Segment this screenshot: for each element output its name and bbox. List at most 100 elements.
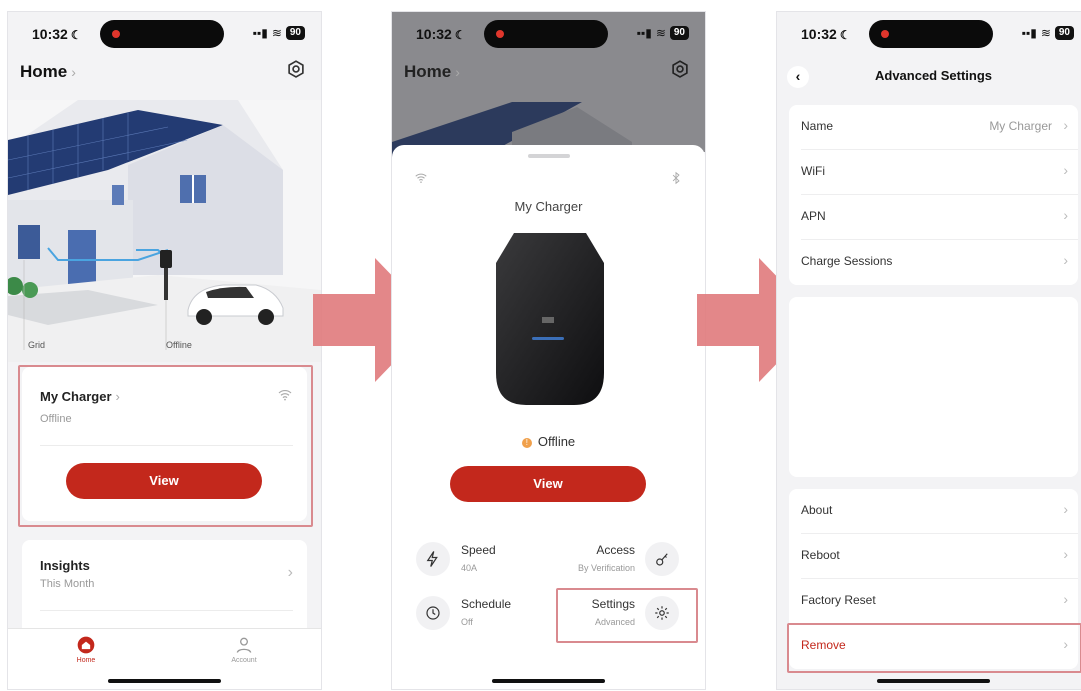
settings-row-name[interactable]: Name My Charger › [789, 105, 1078, 150]
settings-row-label: WiFi [801, 164, 825, 178]
wifi-icon [414, 171, 428, 185]
speed-value: 40A [461, 563, 478, 573]
speed-label: Speed [461, 543, 496, 557]
chevron-right-icon: › [287, 564, 293, 581]
home-indicator [877, 679, 990, 683]
chevron-right-icon: › [1063, 117, 1068, 133]
signal-icon: ▪▪▮ [636, 26, 652, 40]
insights-subtitle: This Month [40, 578, 95, 590]
page-title: Advanced Settings [874, 68, 993, 83]
settings-gear-icon[interactable] [669, 58, 691, 80]
home-title-text: Home [404, 62, 452, 81]
moon-icon: ☾ [839, 28, 851, 42]
bluetooth-icon [669, 171, 683, 185]
settings-row-label: Charge Sessions [801, 254, 893, 268]
settings-row-about[interactable]: About › [789, 489, 1078, 534]
recording-dot-icon [112, 30, 120, 38]
chevron-right-icon: › [1063, 252, 1068, 268]
key-icon [656, 553, 668, 566]
status-bar: 10:32 ☾ ▪▪▮ ≋ 90 [392, 12, 705, 54]
home-title[interactable]: Home › [20, 62, 76, 82]
dynamic-island [869, 20, 993, 48]
schedule-tile-icon[interactable] [416, 596, 450, 630]
chevron-right-icon: › [1063, 207, 1068, 223]
settings-row-charge-sessions[interactable]: Charge Sessions › [789, 240, 1078, 285]
card-divider [40, 610, 293, 611]
schedule-value: Off [461, 617, 473, 627]
remove-row-highlight [787, 623, 1081, 673]
home-screen: 10:32 ☾ ▪▪▮ ≋ 90 Home › Grid Offline My … [8, 12, 321, 689]
status-time: 10:32 [801, 26, 837, 42]
view-button[interactable]: View [450, 466, 646, 502]
chevron-right-icon: › [455, 64, 460, 80]
settings-row-apn[interactable]: APN › [789, 195, 1078, 240]
battery-icon: 90 [285, 26, 305, 40]
status-time: 10:32 [416, 26, 452, 42]
home-icon [76, 635, 96, 655]
tab-account-label: Account [231, 657, 257, 664]
settings-row-label: About [801, 503, 833, 517]
chevron-right-icon: › [1063, 501, 1068, 517]
access-label: Access [596, 543, 635, 557]
settings-row-label: Reboot [801, 548, 840, 562]
settings-row-factory-reset[interactable]: Factory Reset › [789, 579, 1078, 624]
chevron-right-icon: › [1063, 162, 1068, 178]
status-time: 10:32 [32, 26, 68, 42]
charger-status: ! Offline [392, 434, 705, 449]
charger-bottom-sheet: My Charger LED Brightness50%›Sound Setti… [392, 145, 705, 689]
dynamic-island [100, 20, 224, 48]
chevron-right-icon: › [1063, 546, 1068, 562]
settings-row-label: APN [801, 209, 826, 223]
house-illustration [8, 100, 321, 362]
recording-dot-icon [881, 30, 889, 38]
clock-icon [426, 606, 440, 620]
signal-icon: ▪▪▮ [252, 26, 268, 40]
offline-scene-label: Offline [166, 340, 192, 350]
device-title: My Charger [514, 199, 583, 214]
recording-dot-icon [496, 30, 504, 38]
settings-tile-highlight [556, 588, 698, 643]
charger-card-highlight [18, 365, 313, 527]
moon-icon: ☾ [70, 28, 82, 42]
wifi-status-icon: ≋ [1040, 26, 1051, 40]
settings-row-label: Name [801, 119, 834, 133]
settings-group-general: Name My Charger › WiFi › APN › Charge Sessions › [789, 105, 1078, 285]
insights-title: Insights [40, 558, 90, 573]
settings-row-label: Factory Reset [801, 593, 876, 607]
tab-home[interactable]: Home [56, 633, 116, 664]
tab-home-label: Home [76, 657, 96, 664]
battery-icon: 90 [1054, 26, 1074, 40]
charger-sheet-screen: 10:32☾ ▪▪▮≋90 Home› My Charger LED Brigh… [392, 12, 705, 689]
schedule-label: Schedule [461, 597, 512, 611]
settings-row-reboot[interactable]: Reboot › [789, 534, 1078, 579]
speed-tile-icon[interactable] [416, 542, 450, 576]
access-tile-icon[interactable] [645, 542, 679, 576]
lightning-icon [426, 551, 438, 567]
home-title-text: Home [20, 62, 68, 81]
settings-gear-icon[interactable] [285, 58, 307, 80]
battery-icon: 90 [669, 26, 689, 40]
warning-icon: ! [521, 437, 532, 448]
home-indicator [492, 679, 605, 683]
wifi-status-icon: ≋ [655, 26, 666, 40]
access-value: By Verification [577, 563, 635, 573]
chevron-right-icon: › [71, 64, 76, 80]
home-title[interactable]: Home › [404, 62, 460, 82]
wifi-status-icon: ≋ [271, 26, 282, 40]
home-indicator [108, 679, 221, 683]
tab-account[interactable]: Account [214, 633, 274, 664]
insights-card[interactable]: Insights This Month › [22, 540, 307, 640]
status-bar: 10:32 ☾ ▪▪▮ ≋ 90 [8, 12, 321, 54]
user-icon [234, 635, 254, 655]
settings-group-device [789, 297, 1078, 477]
dynamic-island [484, 20, 608, 48]
settings-row-wifi[interactable]: WiFi › [789, 150, 1078, 195]
grid-label: Grid [28, 340, 46, 350]
signal-icon: ▪▪▮ [1021, 26, 1037, 40]
sheet-grabber[interactable] [528, 154, 570, 158]
chevron-right-icon: › [1063, 591, 1068, 607]
charger-status-text: Offline [537, 434, 576, 449]
charger-device-image: LED Brightness50%›Sound Settings80%›Firm… [496, 233, 604, 405]
status-bar: 10:32 ☾ ▪▪▮ ≋ 90 [777, 12, 1081, 54]
advanced-settings-screen: 10:32 ☾ ▪▪▮ ≋ 90 ‹ Advanced Settings Name My… [777, 12, 1081, 689]
